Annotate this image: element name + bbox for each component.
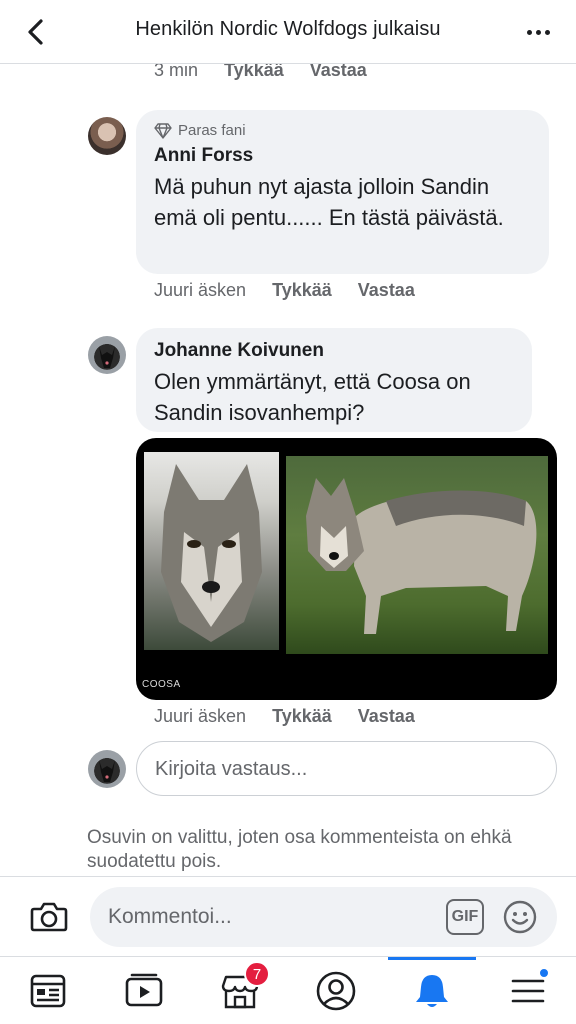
filter-notice: Osuvin on valittu, joten osa kommenteist… bbox=[87, 827, 512, 872]
comment-text: Olen ymmärtänyt, että Coosa on Sandin is… bbox=[154, 369, 471, 425]
comment-photo[interactable]: COOSA bbox=[136, 438, 557, 700]
current-user-avatar bbox=[88, 750, 126, 788]
reply-button[interactable]: Vastaa bbox=[358, 706, 415, 727]
header: Henkilön Nordic Wolfdogs julkaisu bbox=[0, 0, 576, 64]
comment-time: Juuri äsken bbox=[154, 280, 247, 300]
tab-notifications[interactable] bbox=[388, 957, 476, 1015]
comment-bubble[interactable]: Johanne Koivunen Olen ymmärtänyt, että C… bbox=[136, 328, 532, 432]
comment-actions: Juuri äsken Tykkää Vastaa bbox=[154, 280, 415, 301]
comment-text: Mä puhun nyt ajasta jolloin Sandin emä o… bbox=[154, 174, 504, 230]
gif-button[interactable]: GIF bbox=[446, 899, 484, 935]
comment-input[interactable]: Kommentoi... GIF bbox=[90, 887, 557, 947]
bell-icon bbox=[416, 975, 448, 1007]
reply-placeholder: Kirjoita vastaus... bbox=[155, 758, 308, 780]
reply-input[interactable]: Kirjoita vastaus... bbox=[136, 741, 557, 796]
tab-watch[interactable] bbox=[120, 967, 168, 1015]
comment-actions: Juuri äsken Tykkää Vastaa bbox=[154, 706, 415, 727]
emoji-button[interactable] bbox=[502, 899, 538, 935]
comment-time: Juuri äsken bbox=[154, 706, 247, 726]
camera-icon bbox=[30, 902, 68, 932]
bottom-tab-bar: 7 bbox=[0, 956, 576, 1024]
new-indicator-dot bbox=[538, 967, 550, 979]
more-icon bbox=[526, 29, 532, 35]
like-button[interactable]: Tykkää bbox=[272, 706, 332, 727]
top-fan-badge: Paras fani bbox=[154, 122, 531, 139]
diamond-icon bbox=[154, 122, 172, 139]
more-options-button[interactable] bbox=[520, 18, 556, 46]
tab-news-feed[interactable] bbox=[24, 967, 72, 1015]
page-title: Henkilön Nordic Wolfdogs julkaisu bbox=[135, 18, 441, 40]
notification-badge: 7 bbox=[244, 961, 270, 987]
photo-caption: COOSA bbox=[142, 679, 181, 690]
comment-composer: Kommentoi... GIF bbox=[0, 876, 576, 956]
camera-button[interactable] bbox=[29, 897, 69, 937]
avatar-johanne-koivunen[interactable] bbox=[88, 336, 126, 374]
wolf-standing-image bbox=[286, 456, 548, 654]
avatar-anni-forss[interactable] bbox=[88, 117, 126, 155]
reply-button[interactable]: Vastaa bbox=[358, 280, 415, 301]
tab-profile[interactable] bbox=[312, 967, 360, 1015]
dog-avatar-icon bbox=[99, 346, 115, 368]
comment-placeholder: Kommentoi... bbox=[108, 905, 232, 928]
wolf-portrait-image bbox=[144, 452, 279, 650]
profile-icon bbox=[316, 971, 356, 1011]
dog-avatar-icon bbox=[99, 760, 115, 782]
comment-author[interactable]: Anni Forss bbox=[154, 145, 531, 167]
smiley-icon bbox=[503, 900, 537, 934]
watch-icon bbox=[125, 973, 163, 1007]
news-feed-icon bbox=[30, 974, 66, 1008]
comment-bubble[interactable]: Paras fani Anni Forss Mä puhun nyt ajast… bbox=[136, 110, 549, 274]
tab-marketplace[interactable]: 7 bbox=[216, 961, 270, 1015]
comment-author[interactable]: Johanne Koivunen bbox=[154, 340, 514, 362]
tab-menu[interactable] bbox=[504, 967, 552, 1015]
like-button[interactable]: Tykkää bbox=[272, 280, 332, 301]
